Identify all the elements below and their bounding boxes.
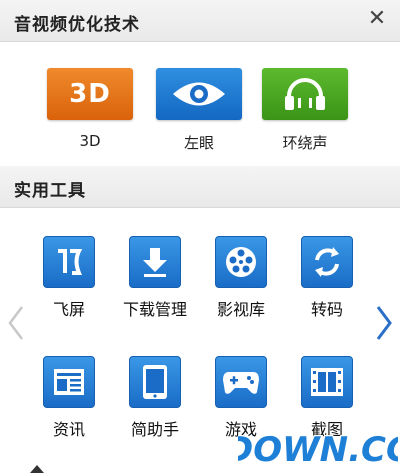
- surround-button[interactable]: [262, 68, 348, 120]
- download-icon: [129, 236, 181, 288]
- watermark-logo: DOWN.CC: [238, 429, 398, 471]
- tool-label: 简助手: [130, 420, 179, 439]
- tool-label: 影视库: [216, 300, 265, 319]
- 3d-icon: 3D: [69, 79, 111, 109]
- bottom-pointer: [30, 465, 44, 473]
- tool-label: 转码: [310, 300, 343, 319]
- film-reel-icon: [215, 236, 267, 288]
- tablet-icon: [129, 356, 181, 408]
- tool-flying-screen[interactable]: 飞屏: [32, 236, 106, 320]
- filmstrip-icon: [301, 356, 353, 408]
- tools-title: 实用工具: [14, 181, 86, 201]
- enh-surround-label: 环绕声: [282, 134, 328, 152]
- news-icon: [43, 356, 95, 408]
- enh-eye-label: 左眼: [183, 134, 214, 152]
- tool-label: 资讯: [52, 420, 85, 439]
- panel-header: 音视频优化技术 ✕: [0, 0, 400, 42]
- enhancement-row: 3D 3D 左眼 环绕声: [0, 68, 400, 158]
- tool-transcode[interactable]: 转码: [290, 236, 364, 320]
- chevron-left-icon[interactable]: [6, 305, 26, 341]
- 3d-button[interactable]: 3D: [47, 68, 133, 120]
- svg-text:DOWN.CC: DOWN.CC: [238, 430, 398, 470]
- av-optimization-panel: 音视频优化技术 ✕ 3D 3D 左眼 环绕声 实用工具 飞屏 下载管理 影视库 …: [0, 0, 400, 473]
- tool-download[interactable]: 下载管理: [118, 236, 192, 320]
- panel-title: 音视频优化技术: [14, 15, 140, 35]
- enh-surround[interactable]: 环绕声: [262, 68, 348, 153]
- refresh-icon: [301, 236, 353, 288]
- eye-icon: [173, 82, 225, 106]
- headphones-icon: [285, 78, 325, 110]
- tools-header: 实用工具: [0, 166, 400, 208]
- enh-3d[interactable]: 3D 3D: [47, 68, 133, 150]
- tool-label: 下载管理: [122, 300, 187, 319]
- chevron-right-icon[interactable]: [374, 305, 394, 341]
- flying-screen-icon: [43, 236, 95, 288]
- tool-assistant[interactable]: 简助手: [118, 356, 192, 440]
- left-eye-button[interactable]: [156, 68, 242, 120]
- tool-news[interactable]: 资讯: [32, 356, 106, 440]
- enh-3d-label: 3D: [79, 132, 101, 150]
- tool-film-library[interactable]: 影视库: [204, 236, 278, 320]
- tool-label: 飞屏: [52, 300, 85, 319]
- gamepad-icon: [215, 356, 267, 408]
- close-icon[interactable]: ✕: [364, 6, 390, 32]
- enh-eye[interactable]: 左眼: [156, 68, 242, 153]
